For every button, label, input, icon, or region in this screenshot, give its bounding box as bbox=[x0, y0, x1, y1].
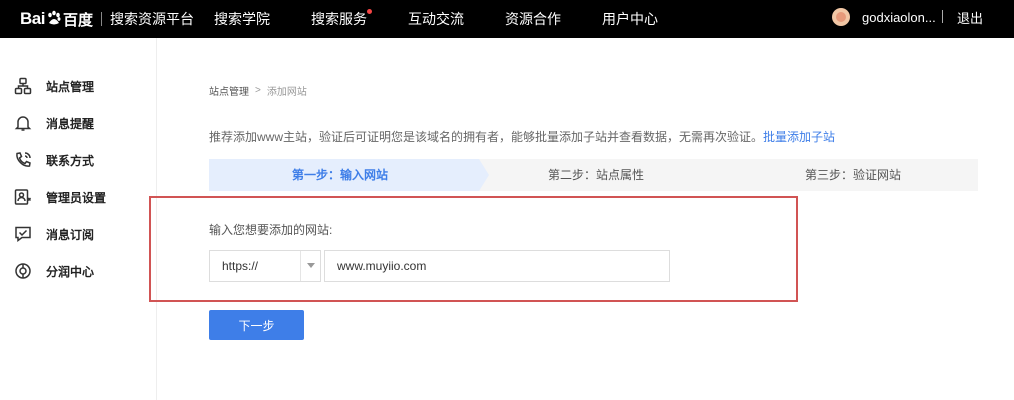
sidebar-item-message-subscribe[interactable]: 消息订阅 bbox=[14, 224, 94, 244]
nav-item-search-service[interactable]: 搜索服务 bbox=[311, 0, 372, 38]
breadcrumb: 站点管理 > 添加网站 bbox=[209, 83, 307, 98]
sidebar-item-site-management[interactable]: 站点管理 bbox=[14, 76, 94, 96]
revenue-share-icon bbox=[15, 263, 31, 279]
batch-add-subsites-link[interactable]: 批量添加子站 bbox=[763, 130, 835, 144]
protocol-select[interactable]: https:// bbox=[209, 250, 321, 282]
nav-item-label: 资源合作 bbox=[505, 11, 561, 27]
user-avatar[interactable] bbox=[832, 8, 850, 26]
sidebar-item-admin-settings[interactable]: 管理员设置 bbox=[14, 187, 106, 207]
sidebar-item-label: 管理员设置 bbox=[46, 190, 107, 205]
step-2-label: 第二步：站点属性 bbox=[548, 168, 645, 182]
sidebar: 站点管理 消息提醒 联系方式 管理员设置 消息订阅 分润中心 bbox=[0, 38, 157, 400]
user-menu[interactable]: godxiaolon... bbox=[832, 6, 936, 28]
highlight-box bbox=[149, 196, 798, 302]
chevron-right-icon: > bbox=[255, 85, 261, 96]
intro-description: 推荐添加www主站，验证后可证明您是该域名的拥有者，能够批量添加子站并查看数据，… bbox=[209, 130, 764, 144]
breadcrumb-site-management[interactable]: 站点管理 bbox=[209, 83, 249, 98]
nav-item-resource-cooperation[interactable]: 资源合作 bbox=[505, 0, 561, 38]
sidebar-item-contact[interactable]: 联系方式 bbox=[14, 150, 94, 170]
step-progress: 第一步：输入网站 第二步：站点属性 第三步：验证网站 bbox=[209, 159, 978, 191]
sidebar-item-revenue-center[interactable]: 分润中心 bbox=[14, 261, 94, 281]
main-nav: 搜索学院 搜索服务 互动交流 资源合作 用户中心 bbox=[214, 0, 699, 38]
website-field-label: 输入您想要添加的网站: bbox=[209, 223, 333, 237]
logo-text-du: 百度 bbox=[62, 11, 93, 29]
baidu-paw-icon bbox=[46, 10, 62, 26]
step-arrow bbox=[479, 159, 489, 191]
logo-text-bai: Bai bbox=[20, 9, 45, 28]
site-management-icon bbox=[14, 77, 32, 95]
website-url-input[interactable] bbox=[324, 250, 670, 282]
nav-item-label: 搜索服务 bbox=[311, 11, 367, 27]
header-divider bbox=[942, 10, 943, 23]
phone-icon bbox=[16, 152, 31, 167]
nav-item-search-academy[interactable]: 搜索学院 bbox=[214, 0, 270, 38]
breadcrumb-current: 添加网站 bbox=[266, 87, 307, 98]
intro-text: 推荐添加www主站，验证后可证明您是该域名的拥有者，能够批量添加子站并查看数据，… bbox=[209, 128, 835, 145]
nav-item-interaction[interactable]: 互动交流 bbox=[408, 0, 464, 38]
username[interactable]: godxiaolon... bbox=[862, 10, 936, 25]
sidebar-item-label: 站点管理 bbox=[46, 79, 95, 94]
nav-item-user-center[interactable]: 用户中心 bbox=[602, 0, 658, 38]
step-1-label: 第一步：输入网站 bbox=[292, 168, 389, 182]
top-navigation-bar: Bai 百度 搜索资源平台 搜索学院 搜索服务 互动交流 资源合作 用户中心 g… bbox=[0, 0, 1014, 38]
platform-title: 搜索资源平台 bbox=[109, 11, 194, 27]
select-divider bbox=[300, 251, 301, 281]
logout-link[interactable]: 退出 bbox=[957, 8, 983, 27]
caret-down-icon[interactable] bbox=[307, 263, 315, 268]
sidebar-item-label: 联系方式 bbox=[46, 153, 95, 168]
sidebar-item-message-reminder[interactable]: 消息提醒 bbox=[14, 113, 94, 133]
admin-settings-icon bbox=[14, 189, 32, 205]
sidebar-item-label: 分润中心 bbox=[46, 264, 95, 279]
notification-dot bbox=[367, 9, 372, 14]
nav-item-label: 搜索学院 bbox=[214, 11, 270, 27]
message-subscribe-icon bbox=[15, 226, 31, 242]
protocol-value: https:// bbox=[222, 259, 259, 273]
logo-divider bbox=[100, 12, 102, 26]
nav-item-label: 互动交流 bbox=[408, 11, 464, 27]
baidu-logo[interactable]: Bai 百度 搜索资源平台 bbox=[20, 6, 194, 32]
sidebar-item-label: 消息提醒 bbox=[46, 116, 95, 131]
next-step-button[interactable]: 下一步 bbox=[209, 310, 304, 340]
step-3-label: 第三步：验证网站 bbox=[805, 168, 902, 182]
bell-icon bbox=[14, 116, 32, 131]
nav-item-label: 用户中心 bbox=[602, 11, 658, 27]
sidebar-item-label: 消息订阅 bbox=[46, 227, 95, 242]
